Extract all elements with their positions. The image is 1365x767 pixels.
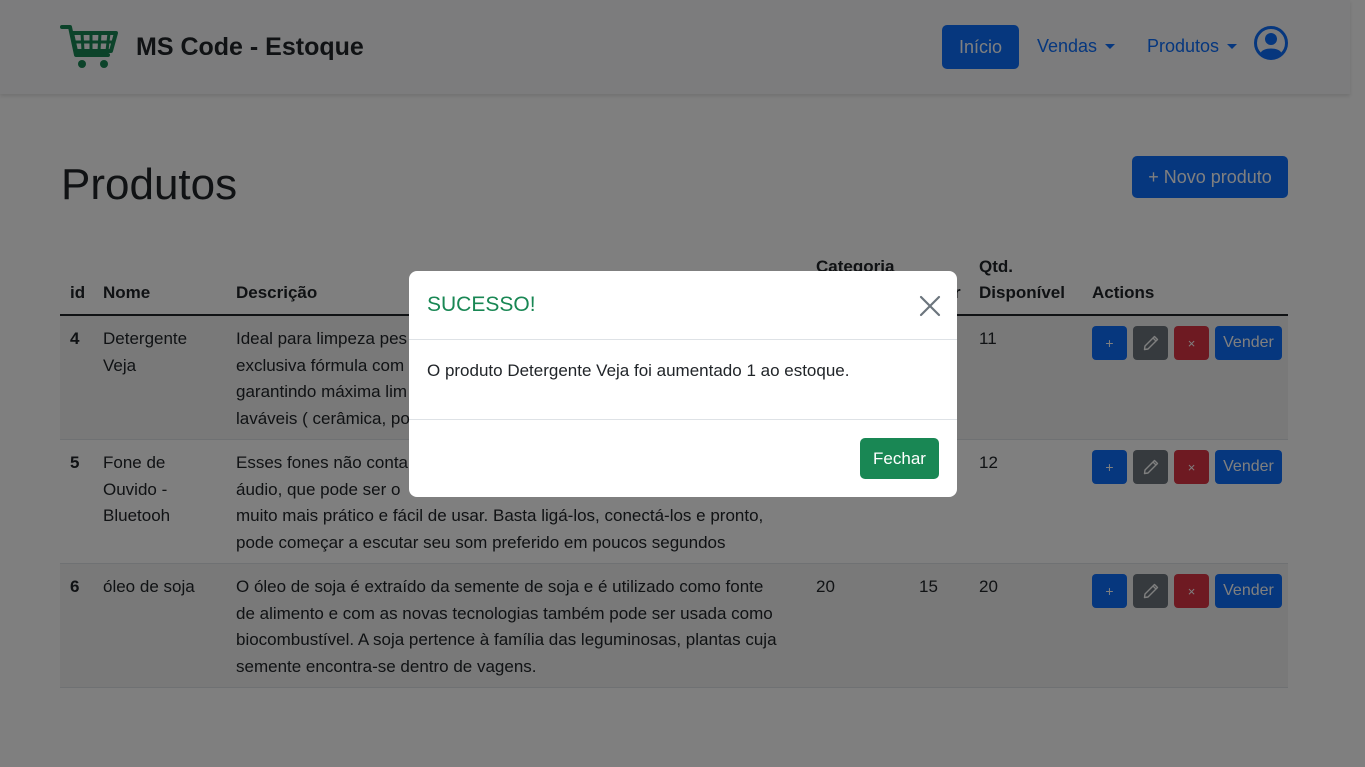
modal-title: SUCESSO! <box>427 293 536 316</box>
modal-message: O produto Detergente Veja foi aumentado … <box>427 361 850 380</box>
close-icon[interactable] <box>917 293 943 319</box>
success-modal: SUCESSO! O produto Detergente Veja foi a… <box>409 271 957 497</box>
modal-footer: Fechar <box>409 419 957 497</box>
close-button[interactable]: Fechar <box>860 438 939 479</box>
modal-header: SUCESSO! <box>409 271 957 340</box>
